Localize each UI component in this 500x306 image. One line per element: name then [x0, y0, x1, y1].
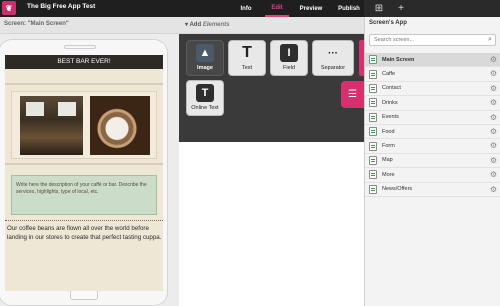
description-box[interactable]: Write here the description of your caffé… [11, 175, 157, 215]
gear-icon[interactable]: ⚙ [490, 84, 497, 93]
add-elements-label: ▾ Add Elements [185, 22, 230, 28]
list-view-button[interactable]: ☰ [341, 81, 364, 108]
panel-title: Screen's App [369, 20, 407, 26]
screen-item-food[interactable]: Food ⚙ [365, 125, 500, 140]
tab-preview[interactable]: Preview [294, 0, 328, 17]
list-icon: ☰ [348, 89, 357, 100]
screen-item-drinks[interactable]: Drinks ⚙ [365, 96, 500, 111]
screens-panel: Screen's App ⌕ Main Screen ⚙ Caffe ⚙ Conta… [364, 17, 500, 306]
elements-header: ▾ Add Elements [179, 17, 364, 34]
field-element-tile[interactable]: I Field [270, 40, 308, 76]
screen-item-label: Contact [382, 85, 401, 92]
screen-item-events[interactable]: Events ⚙ [365, 111, 500, 125]
screen-icon [369, 127, 377, 137]
image-element-tile[interactable]: ▲ Image [186, 40, 224, 76]
gear-icon[interactable]: ⚙ [490, 55, 497, 64]
screen-icon [369, 184, 377, 194]
app-logo[interactable]: ❦ [2, 1, 16, 15]
text-element-tile[interactable]: T Text [228, 40, 266, 76]
top-bar: ❦ The Big Free App Test Info Edit Previe… [0, 0, 500, 17]
screen-icon [369, 69, 377, 79]
gear-icon[interactable]: ⚙ [490, 141, 497, 150]
phone-screen[interactable]: BEST BAR EVER! Write here the descriptio… [5, 55, 163, 291]
tile-label: Online Text [191, 105, 219, 111]
screen-icon [369, 55, 377, 65]
text-icon: T [242, 44, 252, 61]
gear-icon[interactable]: ⚙ [490, 69, 497, 78]
screen-item-label: Form [382, 143, 395, 150]
tab-publish[interactable]: Publish [335, 0, 363, 17]
online-text-element-tile[interactable]: T Online Text [186, 80, 224, 116]
screen-item-caffe[interactable]: Caffe ⚙ [365, 67, 500, 82]
photos-panel[interactable] [11, 91, 157, 159]
add-screen-icon[interactable]: + [391, 0, 411, 17]
screen-icon [369, 155, 377, 165]
screen-icon [369, 83, 377, 93]
separator-line [5, 220, 163, 221]
tab-info[interactable]: Info [233, 0, 259, 17]
search-input[interactable] [369, 34, 496, 46]
gear-icon[interactable]: ⚙ [490, 156, 497, 165]
screen-item-label: Caffe [382, 71, 396, 78]
canvas-area [179, 142, 364, 306]
gear-icon[interactable]: ⚙ [490, 98, 497, 107]
add-label: Add [189, 22, 202, 28]
screen-item-map[interactable]: Map ⚙ [365, 154, 500, 169]
screen-item-label: Food [382, 128, 395, 135]
divider [5, 163, 163, 165]
screen-label: Screen: "Main Screen" [4, 21, 69, 27]
online-text-icon: T [196, 84, 214, 102]
separator-element-tile[interactable]: ··· Separator [312, 40, 354, 76]
gear-icon[interactable]: ⚙ [490, 113, 497, 122]
top-right-toolbar: ⊞ + [364, 0, 500, 17]
divider [5, 83, 163, 85]
screen-item-main-screen[interactable]: Main Screen ⚙ [365, 53, 500, 68]
screen-item-label: More [382, 171, 395, 178]
app-title: The Big Free App Test [27, 3, 96, 10]
screen-list: Main Screen ⚙ Caffe ⚙ Contact ⚙ Drinks ⚙ Eve… [365, 53, 500, 197]
screen-icon [369, 98, 377, 108]
elements-panel: ▲ Image T Text I Field ··· Separator T O… [179, 34, 364, 142]
elements-label: Elements [202, 22, 230, 28]
screen-icon [369, 141, 377, 151]
field-icon: I [280, 44, 298, 62]
gear-icon[interactable]: ⚙ [490, 185, 497, 194]
tile-label: Field [283, 65, 295, 71]
gear-icon[interactable]: ⚙ [490, 127, 497, 136]
screen-icon [369, 170, 377, 180]
screen-item-more[interactable]: More ⚙ [365, 168, 500, 183]
coffee-photo[interactable] [90, 96, 150, 155]
bar-title[interactable]: BEST BAR EVER! [5, 55, 163, 69]
screen-item-news-offers[interactable]: News/Offers ⚙ [365, 183, 500, 197]
screens-tree-icon[interactable]: ⊞ [369, 0, 389, 17]
tile-label: Text [241, 65, 253, 71]
body-text[interactable]: Our coffee beans are flown all over the … [7, 225, 163, 243]
screen-header: Screen: "Main Screen" [0, 17, 179, 34]
logo-glyph: ❦ [5, 3, 13, 13]
screen-icon [369, 112, 377, 122]
screen-item-label: Map [382, 157, 393, 164]
screen-item-label: Main Screen [382, 56, 415, 63]
tile-label: Image [197, 65, 213, 71]
phone-speaker [64, 45, 96, 49]
screen-item-label: Drinks [382, 99, 398, 106]
tile-label: Separator [320, 65, 346, 71]
screen-item-form[interactable]: Form ⚙ [365, 139, 500, 154]
separator-icon: ··· [328, 47, 338, 59]
tab-edit[interactable]: Edit [265, 0, 289, 17]
screen-item-contact[interactable]: Contact ⚙ [365, 82, 500, 97]
screen-item-label: Events [382, 114, 399, 121]
search-icon[interactable]: ⌕ [485, 35, 495, 45]
gear-icon[interactable]: ⚙ [490, 170, 497, 179]
screen-item-label: News/Offers [382, 186, 413, 193]
image-icon: ▲ [196, 44, 214, 62]
cafe-photo[interactable] [20, 96, 83, 155]
